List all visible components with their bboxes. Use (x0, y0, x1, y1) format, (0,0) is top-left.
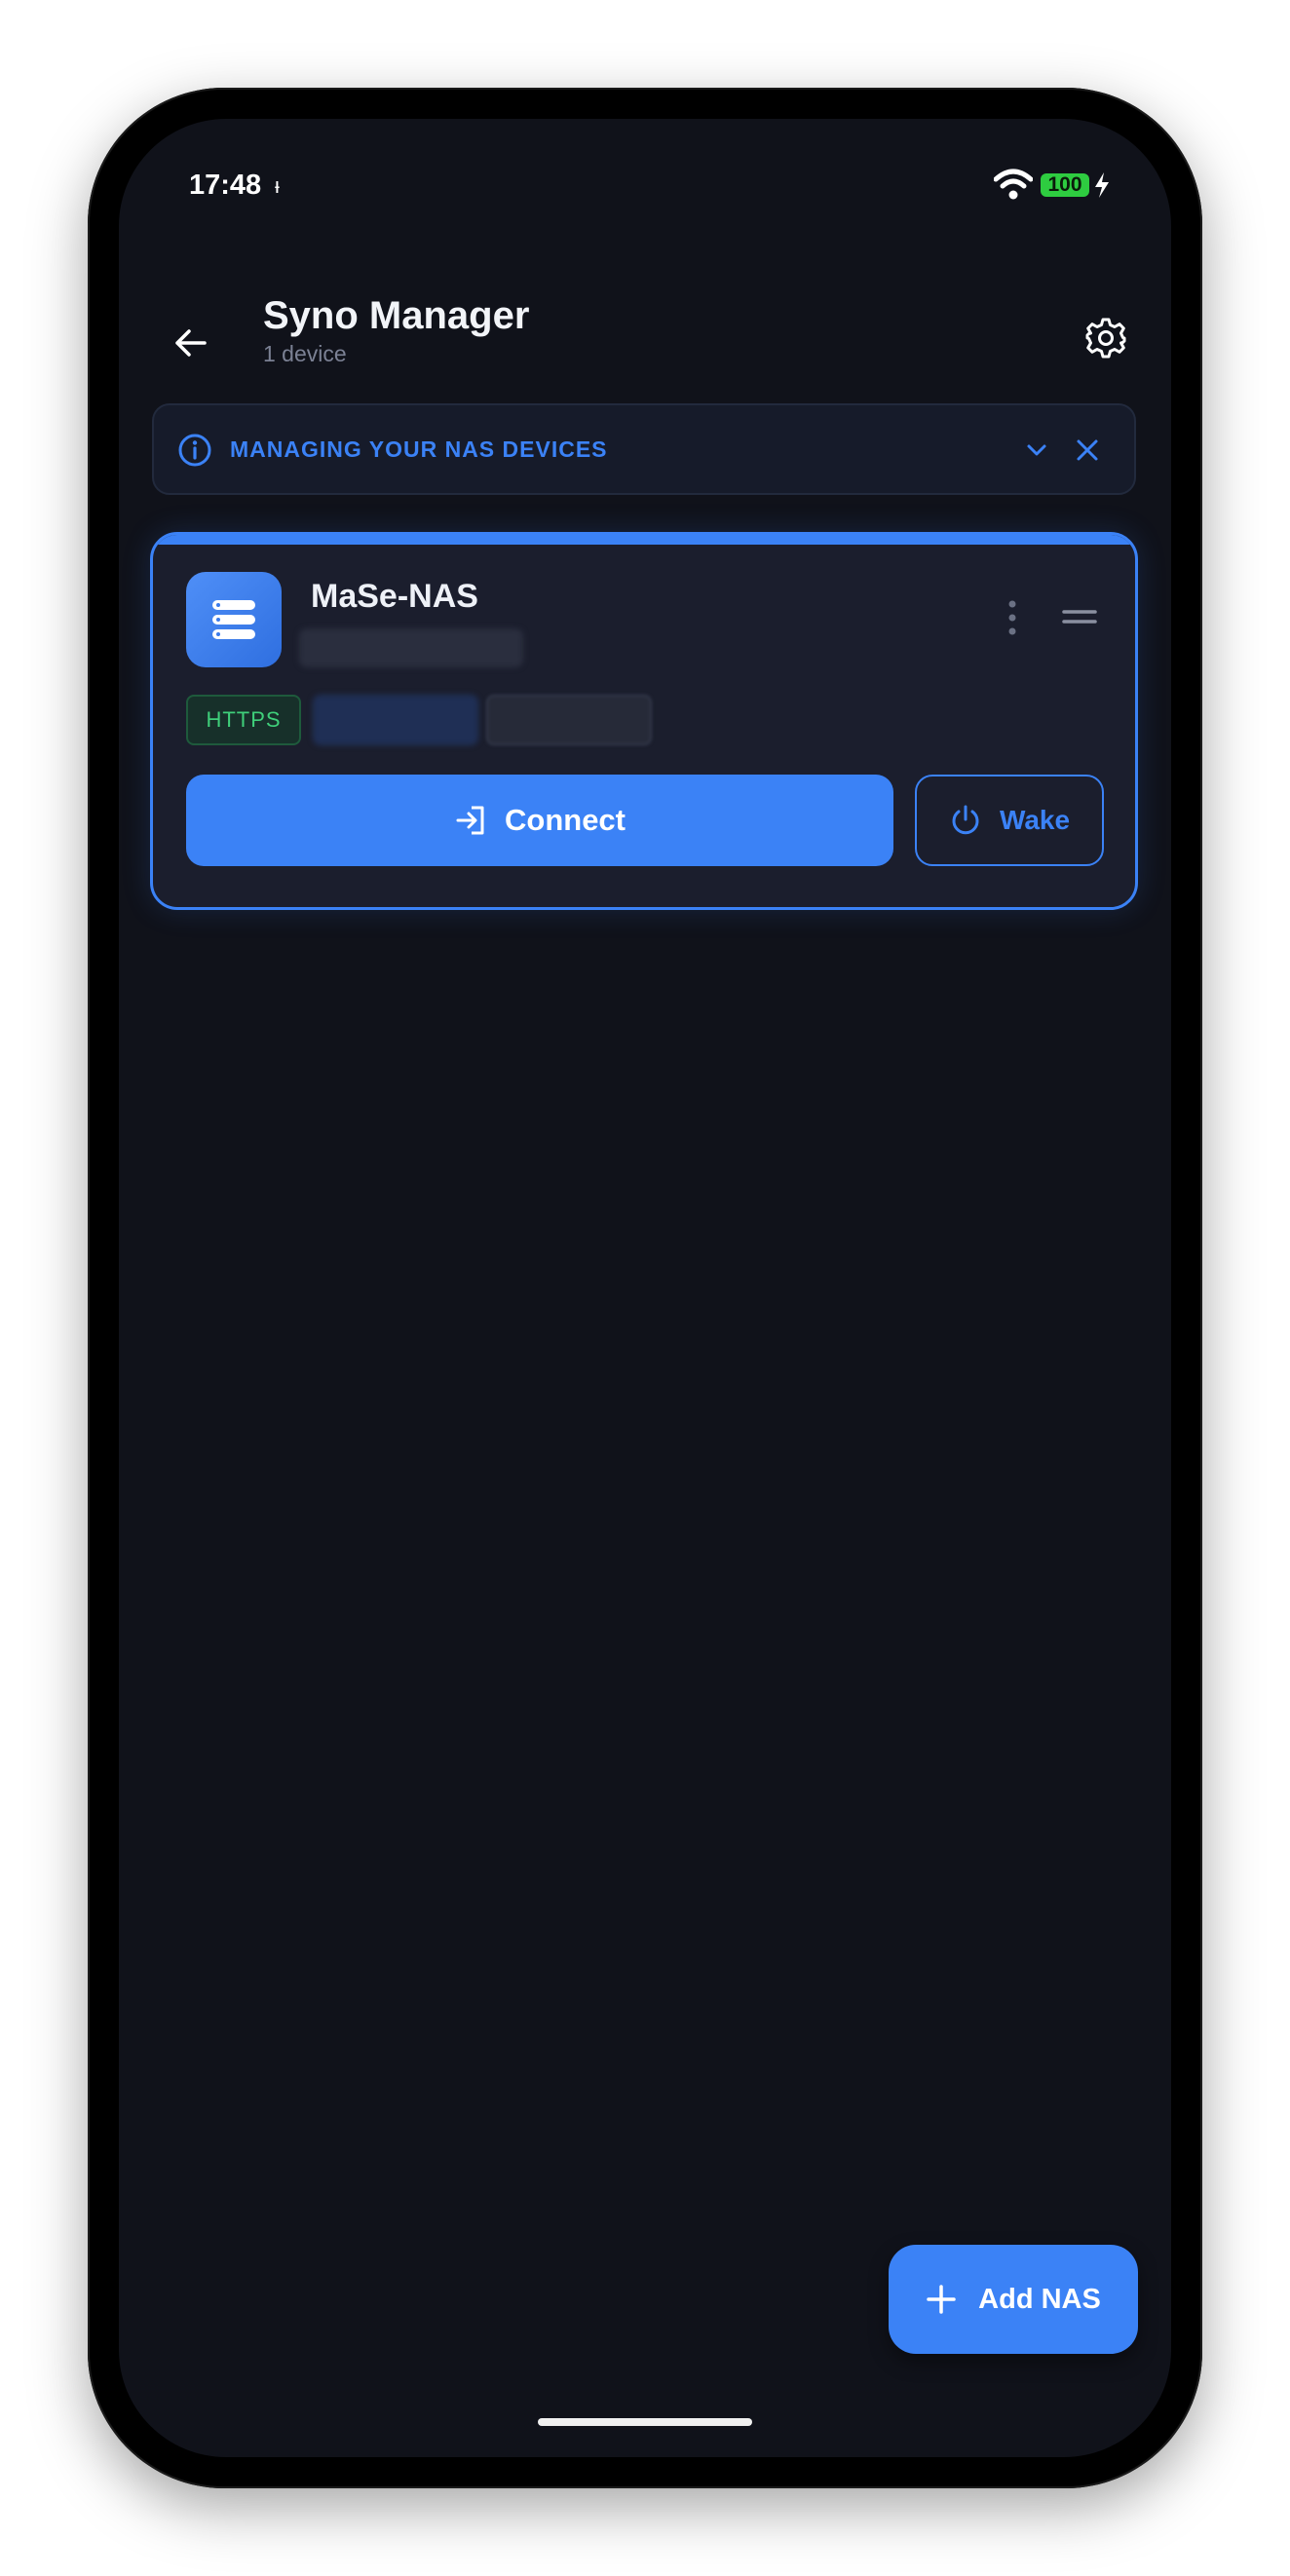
add-nas-label: Add NAS (978, 2283, 1101, 2315)
drag-handle-icon (1062, 610, 1097, 624)
server-icon (186, 572, 282, 667)
login-icon (456, 806, 484, 835)
wake-label: Wake (999, 805, 1071, 835)
back-button[interactable] (152, 304, 230, 382)
gear-icon (1085, 318, 1126, 359)
info-banner[interactable]: MANAGING YOUR NAS DEVICES (152, 403, 1136, 495)
nas-address-redacted (299, 628, 523, 667)
arrow-left-icon (175, 329, 207, 357)
status-time: 17:48 (189, 170, 262, 201)
phone-frame: 17:48 ᵻ 100 Syno Manager 1 device MANAGI… (88, 88, 1202, 2488)
more-options-button[interactable] (993, 593, 1032, 642)
screen: 17:48 ᵻ 100 Syno Manager 1 device MANAGI… (119, 119, 1171, 2457)
redacted-badge (486, 695, 652, 745)
redacted-badge (313, 695, 478, 745)
connect-label: Connect (505, 803, 626, 837)
add-nas-button[interactable]: Add NAS (889, 2245, 1138, 2354)
nas-name: MaSe-NAS (311, 578, 478, 615)
home-indicator[interactable] (538, 2418, 752, 2426)
info-icon (178, 434, 211, 467)
chevron-down-icon[interactable] (1019, 433, 1054, 468)
close-icon[interactable] (1070, 433, 1105, 468)
nas-device-card[interactable]: MaSe-NAS HTTPS Connect Wake (150, 532, 1138, 910)
settings-button[interactable] (1072, 304, 1140, 372)
wake-button[interactable]: Wake (915, 775, 1104, 866)
plus-icon (927, 2285, 956, 2314)
battery-icon: 100 (1041, 173, 1089, 197)
card-accent-bar (153, 535, 1135, 545)
drag-handle[interactable] (1055, 597, 1104, 636)
protocol-badge: HTTPS (186, 695, 301, 745)
charging-bolt-icon (1095, 172, 1109, 198)
status-indicator: ᵻ (275, 173, 280, 198)
status-bar: 17:48 ᵻ 100 (119, 119, 1171, 255)
page-title: Syno Manager (263, 294, 530, 337)
power-icon (952, 805, 979, 835)
more-vertical-icon (1008, 600, 1016, 635)
banner-title: MANAGING YOUR NAS DEVICES (230, 436, 608, 462)
device-count: 1 device (263, 341, 347, 366)
connect-button[interactable]: Connect (186, 775, 893, 866)
wifi-icon (994, 169, 1033, 200)
